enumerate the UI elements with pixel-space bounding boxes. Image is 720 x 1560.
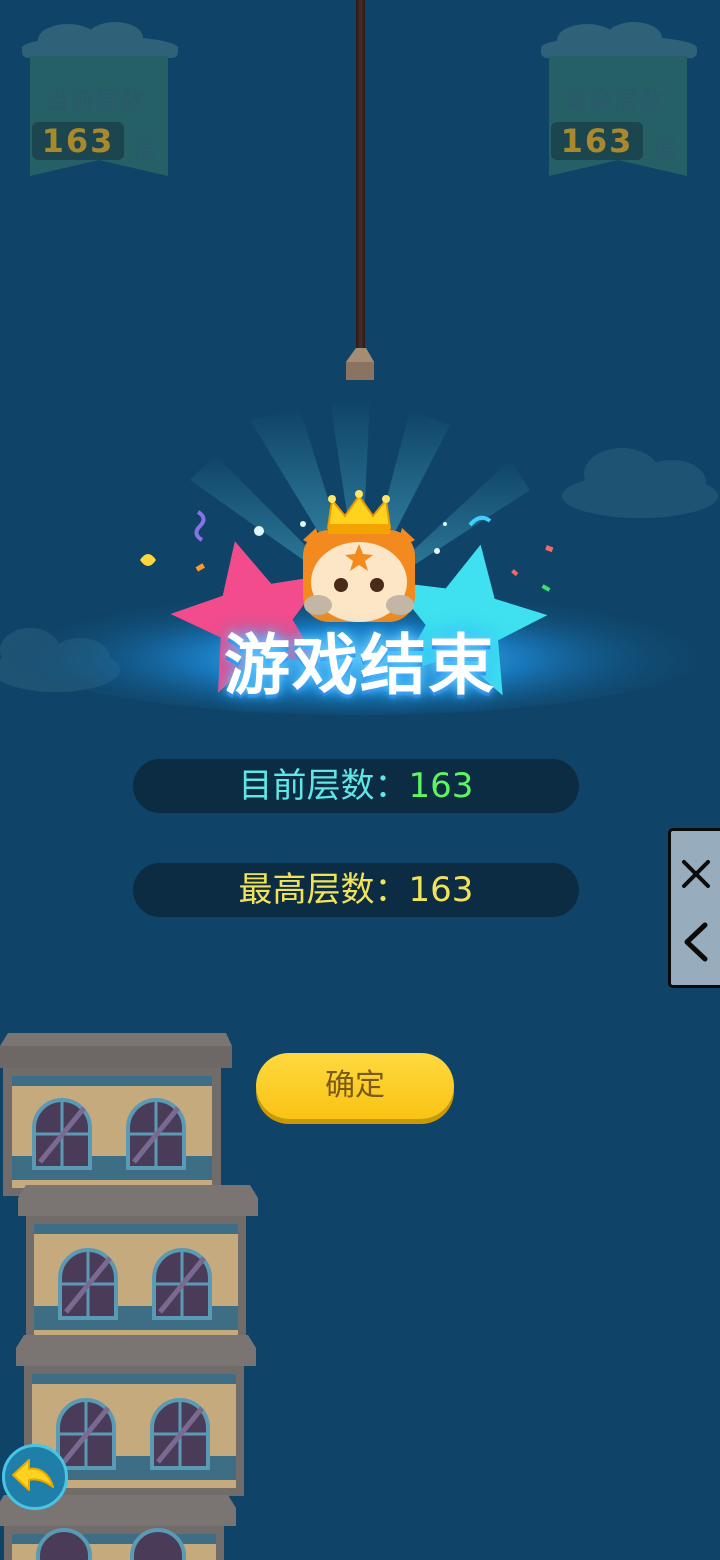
tower-floor bbox=[18, 1185, 258, 1346]
collapse-button[interactable] bbox=[671, 907, 720, 977]
tower-floor bbox=[0, 1033, 232, 1196]
current-floor-result-label: 目前层数： bbox=[238, 766, 409, 806]
game-over-title: 游戏结束 bbox=[224, 627, 496, 704]
current-floor-label: 当前层数 bbox=[45, 86, 145, 114]
mascot bbox=[303, 528, 415, 622]
best-floor-label: 最高层数 bbox=[564, 86, 664, 114]
current-floor-pill: 目前层数：163 bbox=[133, 759, 579, 813]
best-floor-pill: 最高层数：163 bbox=[133, 863, 579, 917]
close-button[interactable] bbox=[671, 839, 720, 909]
current-floor-value: 163 bbox=[32, 122, 124, 160]
side-panel bbox=[668, 828, 720, 988]
confirm-button[interactable]: 确定 bbox=[256, 1053, 454, 1119]
chevron-left-icon bbox=[684, 922, 708, 962]
back-button[interactable] bbox=[2, 1444, 68, 1510]
best-floor-result-value: 163 bbox=[408, 870, 474, 910]
current-floor-banner: 当前层数 163 层 bbox=[20, 18, 180, 183]
best-floor-banner: 最高层数 163 层 bbox=[539, 18, 699, 183]
close-icon bbox=[682, 860, 710, 888]
crane-hook bbox=[346, 348, 374, 380]
crane-rope bbox=[356, 0, 365, 352]
best-floor-result-label: 最高层数： bbox=[238, 870, 409, 910]
back-arrow-icon bbox=[12, 1459, 54, 1491]
best-floor-value: 163 bbox=[551, 122, 643, 160]
best-floor-unit: 层 bbox=[653, 136, 677, 164]
current-floor-unit: 层 bbox=[134, 136, 158, 164]
current-floor-result-value: 163 bbox=[408, 766, 474, 806]
crown-icon bbox=[326, 490, 392, 534]
